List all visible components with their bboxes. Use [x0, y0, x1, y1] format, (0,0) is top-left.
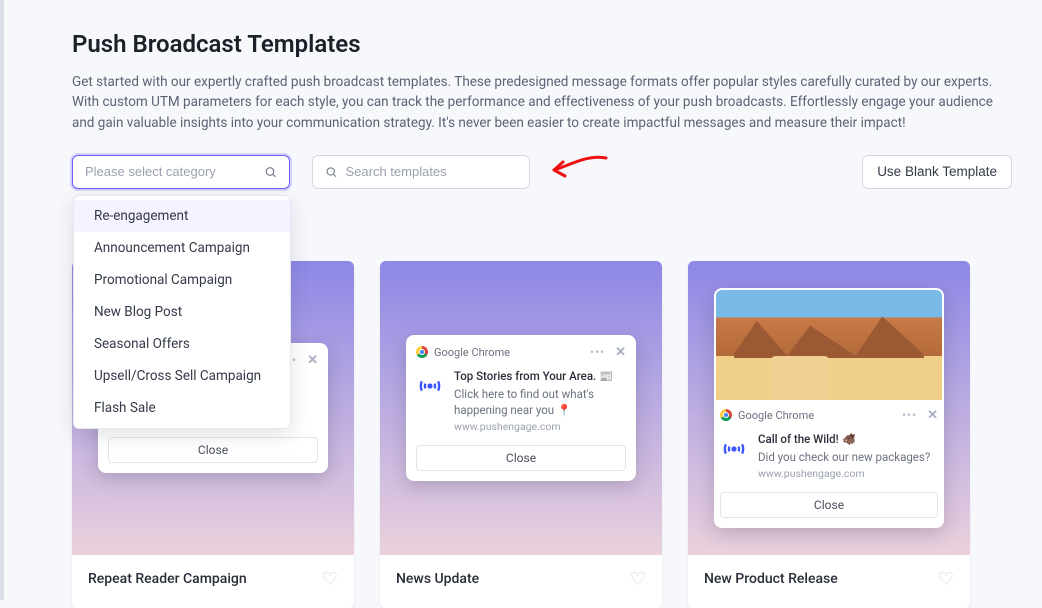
dropdown-item-seasonal[interactable]: Seasonal Offers — [74, 328, 290, 360]
heart-icon[interactable]: ♡ — [938, 569, 954, 590]
template-card-news-update[interactable]: Google Chrome ••• ✕ Top Stories from You… — [380, 261, 662, 608]
template-card-new-product[interactable]: Google Chrome ••• ✕ Call of the Wild! 🐗 … — [688, 261, 970, 608]
page-title: Push Broadcast Templates — [72, 30, 1012, 58]
broadcast-icon — [416, 372, 444, 435]
template-name: Repeat Reader Campaign — [88, 571, 247, 587]
dropdown-item-re-engagement[interactable]: Re-engagement — [74, 200, 290, 232]
search-templates-field[interactable] — [312, 155, 530, 189]
search-icon — [325, 165, 338, 179]
notif-close-button: Close — [416, 445, 626, 471]
notif-domain: www.pushengage.com — [758, 467, 930, 482]
notif-text: Click here to find out what's happening … — [454, 386, 626, 418]
template-preview: Google Chrome ••• ✕ Call of the Wild! 🐗 … — [688, 261, 970, 555]
chrome-icon — [416, 346, 428, 358]
left-edge-strip — [0, 0, 4, 600]
chrome-label: Google Chrome — [434, 346, 510, 359]
use-blank-template-button[interactable]: Use Blank Template — [862, 155, 1012, 189]
chrome-label: Google Chrome — [738, 409, 814, 422]
close-icon: ✕ — [927, 408, 938, 423]
more-icon: ••• — [590, 345, 605, 359]
category-dropdown: Re-engagement Announcement Campaign Prom… — [73, 195, 291, 429]
template-name: New Product Release — [704, 571, 838, 587]
notif-title: Call of the Wild! 🐗 — [758, 431, 930, 447]
dropdown-item-new-blog[interactable]: New Blog Post — [74, 296, 290, 328]
heart-icon[interactable]: ♡ — [630, 569, 646, 590]
template-name: News Update — [396, 571, 479, 587]
dropdown-item-upsell[interactable]: Upsell/Cross Sell Campaign — [74, 360, 290, 392]
page-description: Get started with our expertly crafted pu… — [72, 72, 1012, 133]
category-select[interactable]: Re-engagement Announcement Campaign Prom… — [72, 155, 290, 189]
dropdown-item-promotional[interactable]: Promotional Campaign — [74, 264, 290, 296]
more-icon: ••• — [902, 408, 917, 422]
search-icon — [264, 165, 277, 179]
search-input[interactable] — [346, 164, 518, 179]
template-preview: Google Chrome ••• ✕ Top Stories from You… — [380, 261, 662, 555]
category-select-input[interactable] — [85, 164, 264, 179]
broadcast-icon — [720, 435, 748, 482]
notif-text: Did you check our new packages? — [758, 449, 930, 465]
dropdown-item-flash-sale[interactable]: Flash Sale — [74, 392, 290, 424]
dropdown-item-announcement[interactable]: Announcement Campaign — [74, 232, 290, 264]
close-icon: ✕ — [615, 345, 626, 360]
notif-domain: www.pushengage.com — [454, 420, 626, 435]
chrome-icon — [720, 409, 732, 421]
heart-icon[interactable]: ♡ — [322, 569, 338, 590]
notif-close-button: Close — [108, 437, 318, 463]
notif-close-button: Close — [720, 492, 938, 518]
hero-image — [716, 290, 942, 400]
close-icon: ✕ — [307, 353, 318, 368]
notif-title: Top Stories from Your Area. 📰 — [454, 368, 626, 384]
